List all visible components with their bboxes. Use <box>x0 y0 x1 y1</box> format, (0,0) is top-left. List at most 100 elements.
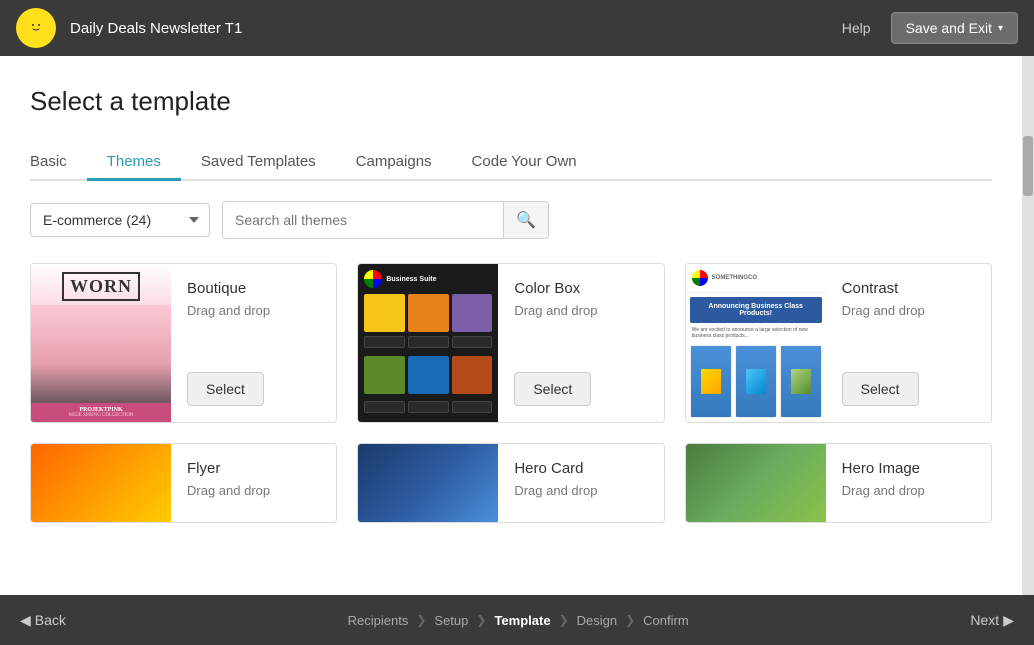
colorbox-row-2 <box>364 356 492 394</box>
template-card-contrast: SOMETHINGCO Announcing Business Class Pr… <box>685 263 992 423</box>
topbar: Daily Deals Newsletter T1 Help Save and … <box>0 0 1034 56</box>
colorbox-box-green <box>364 356 405 394</box>
product-box-2 <box>746 369 766 394</box>
template-thumb-contrast: SOMETHINGCO Announcing Business Class Pr… <box>686 264 826 422</box>
tab-campaigns[interactable]: Campaigns <box>336 145 452 181</box>
next-label: Next <box>970 612 999 628</box>
help-button[interactable]: Help <box>842 20 871 36</box>
filter-bar: E-commerce (24) 🔍 <box>30 201 992 239</box>
category-dropdown[interactable]: E-commerce (24) <box>30 203 210 237</box>
boutique-type: Drag and drop <box>187 303 320 366</box>
flyer-name: Flyer <box>187 460 320 477</box>
template-card-flyer: Flyer Drag and drop <box>30 443 337 523</box>
colorbox-header: Business Suite <box>364 270 492 288</box>
step-arrow-2: ❯ <box>476 613 486 627</box>
contrast-banner-text: Announcing Business Class Products! <box>696 303 816 317</box>
scrollbar[interactable] <box>1022 56 1034 595</box>
contrast-logo <box>692 270 708 286</box>
template-card-boutique: WORN PROJEKTPINK NEUE SPRING COLLECTION … <box>30 263 337 423</box>
chevron-down-icon: ▾ <box>998 23 1003 34</box>
back-arrow-icon: ◀ <box>20 612 31 629</box>
contrast-logo-text: SOMETHINGCO <box>712 275 757 281</box>
product-box-1 <box>701 369 721 394</box>
colorbox-labels <box>364 336 492 348</box>
contrast-product-1 <box>690 345 732 418</box>
herocard-info: Hero Card Drag and drop <box>498 444 663 522</box>
flyer-type: Drag and drop <box>187 483 320 506</box>
template-thumb-herocard <box>358 444 498 522</box>
boutique-bottom-banner: PROJEKTPINK NEUE SPRING COLLECTION <box>31 403 171 422</box>
step-indicator: Recipients ❯ Setup ❯ Template ❯ Design ❯… <box>348 613 689 628</box>
save-exit-button[interactable]: Save and Exit ▾ <box>891 12 1018 44</box>
template-card-herocard: Hero Card Drag and drop <box>357 443 664 523</box>
colorbox-box-blue <box>408 356 449 394</box>
colorbox-label-2 <box>408 336 449 348</box>
colorbox-row-1 <box>364 294 492 332</box>
template-thumb-colorbox: Business Suite <box>358 264 498 422</box>
contrast-body-text: We are excited to announce a large selec… <box>686 327 826 341</box>
heroimage-name: Hero Image <box>842 460 975 477</box>
colorbox-labels-2 <box>364 401 492 413</box>
step-arrow-3: ❯ <box>559 613 569 627</box>
page-title: Select a template <box>30 86 992 117</box>
step-arrow-4: ❯ <box>625 613 635 627</box>
boutique-info: Boutique Drag and drop Select <box>171 264 336 422</box>
contrast-name: Contrast <box>842 280 975 297</box>
page-body: Select a template Basic Themes Saved Tem… <box>0 56 1022 595</box>
contrast-product-3 <box>780 345 822 418</box>
search-button[interactable]: 🔍 <box>503 202 548 238</box>
contrast-select-button[interactable]: Select <box>842 372 919 406</box>
step-design: Design <box>577 613 617 628</box>
colorbox-label-3 <box>452 336 493 348</box>
step-template: Template <box>494 613 550 628</box>
boutique-name: Boutique <box>187 280 320 297</box>
contrast-info: Contrast Drag and drop Select <box>826 264 991 422</box>
product-box-3 <box>791 369 811 394</box>
flyer-info: Flyer Drag and drop <box>171 444 336 522</box>
tab-bar: Basic Themes Saved Templates Campaigns C… <box>30 145 992 181</box>
tab-basic[interactable]: Basic <box>30 145 87 181</box>
boutique-sub-text: NEUE SPRING COLLECTION <box>35 413 167 418</box>
colorbox-name: Color Box <box>514 280 647 297</box>
colorbox-select-button[interactable]: Select <box>514 372 591 406</box>
colorbox-box-red <box>452 356 493 394</box>
contrast-products <box>686 341 826 422</box>
colorbox-header-text: Business Suite <box>386 276 436 283</box>
colorbox-type: Drag and drop <box>514 303 647 366</box>
bottom-bar: ◀ Back Recipients ❯ Setup ❯ Template ❯ D… <box>0 595 1034 645</box>
search-icon: 🔍 <box>516 212 536 229</box>
herocard-type: Drag and drop <box>514 483 647 506</box>
tab-saved-templates[interactable]: Saved Templates <box>181 145 336 181</box>
colorbox-info: Color Box Drag and drop Select <box>498 264 663 422</box>
campaign-title: Daily Deals Newsletter T1 <box>70 20 842 37</box>
next-arrow-icon: ▶ <box>1003 612 1014 629</box>
contrast-product-2 <box>735 345 777 418</box>
template-thumb-flyer <box>31 444 171 522</box>
mailchimp-logo <box>16 8 56 48</box>
template-card-colorbox: Business Suite <box>357 263 664 423</box>
boutique-model-area: PROJEKTPINK NEUE SPRING COLLECTION <box>31 305 171 422</box>
step-confirm: Confirm <box>643 613 689 628</box>
back-label: Back <box>35 612 66 628</box>
tab-code-your-own[interactable]: Code Your Own <box>452 145 597 181</box>
back-button[interactable]: ◀ Back <box>20 612 66 629</box>
topbar-actions: Help Save and Exit ▾ <box>842 12 1018 44</box>
search-input[interactable] <box>223 204 503 236</box>
scrollbar-thumb[interactable] <box>1023 136 1033 196</box>
colorbox-label-6 <box>452 401 493 413</box>
colorbox-box-orange <box>408 294 449 332</box>
boutique-select-button[interactable]: Select <box>187 372 264 406</box>
tab-themes[interactable]: Themes <box>87 145 181 181</box>
colorbox-label-4 <box>364 401 405 413</box>
step-arrow-1: ❯ <box>416 613 426 627</box>
step-recipients: Recipients <box>348 613 409 628</box>
template-card-heroimage: Hero Image Drag and drop <box>685 443 992 523</box>
boutique-logo-text: WORN <box>62 272 140 301</box>
colorbox-box-purple <box>452 294 493 332</box>
search-box: 🔍 <box>222 201 549 239</box>
contrast-header: SOMETHINGCO <box>686 264 826 293</box>
save-exit-label: Save and Exit <box>906 20 992 36</box>
colorbox-logo <box>364 270 382 288</box>
template-thumb-boutique: WORN PROJEKTPINK NEUE SPRING COLLECTION <box>31 264 171 422</box>
next-button[interactable]: Next ▶ <box>970 612 1014 629</box>
